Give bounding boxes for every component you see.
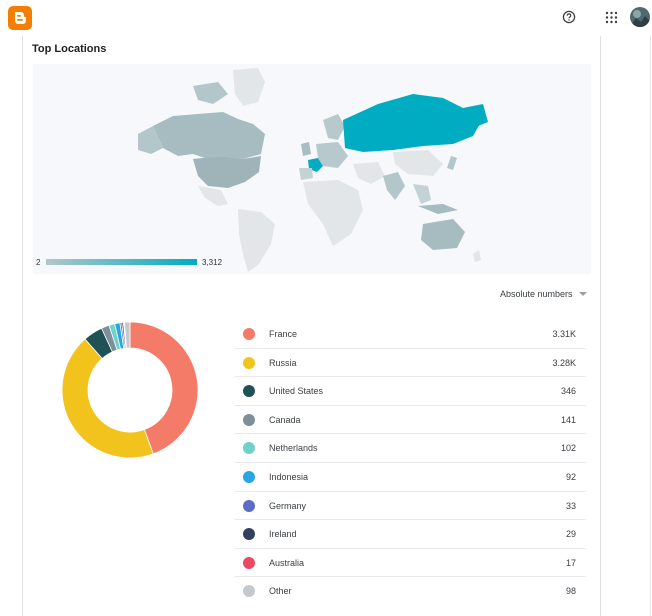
location-name: Ireland: [269, 529, 297, 540]
view-selector-label: Absolute numbers: [500, 289, 573, 299]
location-row[interactable]: Indonesia 92: [235, 463, 586, 492]
locations-donut-chart[interactable]: [60, 320, 200, 460]
map-region-scandinavia: [323, 114, 345, 140]
location-name: Canada: [269, 414, 301, 425]
location-row[interactable]: Other 98: [235, 577, 586, 606]
location-row[interactable]: Russia 3.28K: [235, 349, 586, 378]
map-region-mexico: [198, 186, 228, 206]
location-row[interactable]: France 3.31K: [235, 320, 586, 349]
legend-dot-icon: [243, 470, 255, 483]
map-region-usa: [193, 156, 261, 188]
location-row[interactable]: Ireland 29: [235, 520, 586, 549]
legend-dot-icon: [243, 442, 255, 455]
apps-grid-icon[interactable]: [605, 11, 618, 24]
legend-dot-icon: [243, 328, 255, 340]
blogger-logo-icon[interactable]: [8, 6, 32, 30]
map-region-middle-east: [353, 162, 385, 184]
help-circle-icon[interactable]: [562, 10, 576, 24]
legend-dot-icon: [243, 499, 255, 512]
map-region-canada: [153, 112, 265, 159]
map-region-greenland: [233, 68, 265, 106]
map-region-india: [383, 172, 405, 200]
map-region-southeast-asia: [413, 184, 431, 204]
location-row[interactable]: Germany 33: [235, 492, 586, 521]
location-name: Other: [269, 586, 292, 597]
top-bar: [0, 0, 652, 36]
legend-dot-icon: [243, 528, 255, 541]
location-value: 92: [565, 471, 576, 482]
location-name: France: [269, 329, 298, 339]
map-region-australia: [421, 219, 465, 250]
chevron-down-icon: [578, 292, 587, 296]
world-map[interactable]: [33, 64, 591, 274]
location-value: 98: [565, 586, 576, 597]
location-name: United States: [269, 386, 324, 397]
location-name: Netherlands: [269, 443, 318, 454]
user-avatar[interactable]: [630, 7, 650, 27]
locations-list: France 3.31K Russia 3.28K United States 346 Ca…: [235, 320, 586, 606]
side-panel-divider: [650, 36, 651, 616]
map-region-uk: [301, 142, 311, 156]
map-region-japan: [447, 156, 457, 170]
map-region-iberia: [299, 168, 313, 180]
location-name: Russia: [269, 357, 297, 368]
location-value: 3.31K: [552, 329, 576, 339]
map-region-china: [393, 150, 443, 176]
legend-dot-icon: [243, 413, 255, 426]
location-row[interactable]: Netherlands 102: [235, 434, 586, 463]
view-selector-dropdown[interactable]: Absolute numbers: [500, 289, 587, 299]
location-name: Germany: [269, 500, 307, 511]
location-value: 29: [565, 529, 576, 540]
location-row[interactable]: United States 346: [235, 377, 586, 406]
map-region-south-america: [238, 209, 275, 272]
map-region-new-zealand: [473, 250, 481, 262]
map-region-russia: [343, 94, 481, 152]
legend-dot-icon: [243, 356, 255, 369]
location-value: 3.28K: [552, 357, 576, 368]
map-legend-min: 2: [36, 258, 41, 267]
location-row[interactable]: Australia 17: [235, 549, 586, 578]
map-legend-max: 3,312: [202, 258, 223, 267]
location-name: Australia: [269, 557, 305, 568]
legend-dot-icon: [243, 385, 255, 398]
map-legend-gradient: [46, 259, 197, 265]
location-value: 346: [560, 386, 576, 397]
location-value: 33: [565, 500, 576, 511]
legend-dot-icon: [243, 585, 255, 598]
map-region-indonesia: [418, 204, 458, 214]
map-region-arctic-canada: [193, 82, 228, 104]
location-name: Indonesia: [269, 471, 309, 482]
section-title: Top Locations: [32, 43, 107, 55]
location-value: 17: [565, 557, 576, 568]
location-row[interactable]: Canada 141: [235, 406, 586, 435]
legend-dot-icon: [243, 556, 255, 569]
location-value: 141: [560, 414, 576, 425]
map-region-africa: [303, 180, 363, 246]
donut-slice-russia[interactable]: [61, 338, 154, 459]
location-value: 102: [560, 443, 576, 454]
